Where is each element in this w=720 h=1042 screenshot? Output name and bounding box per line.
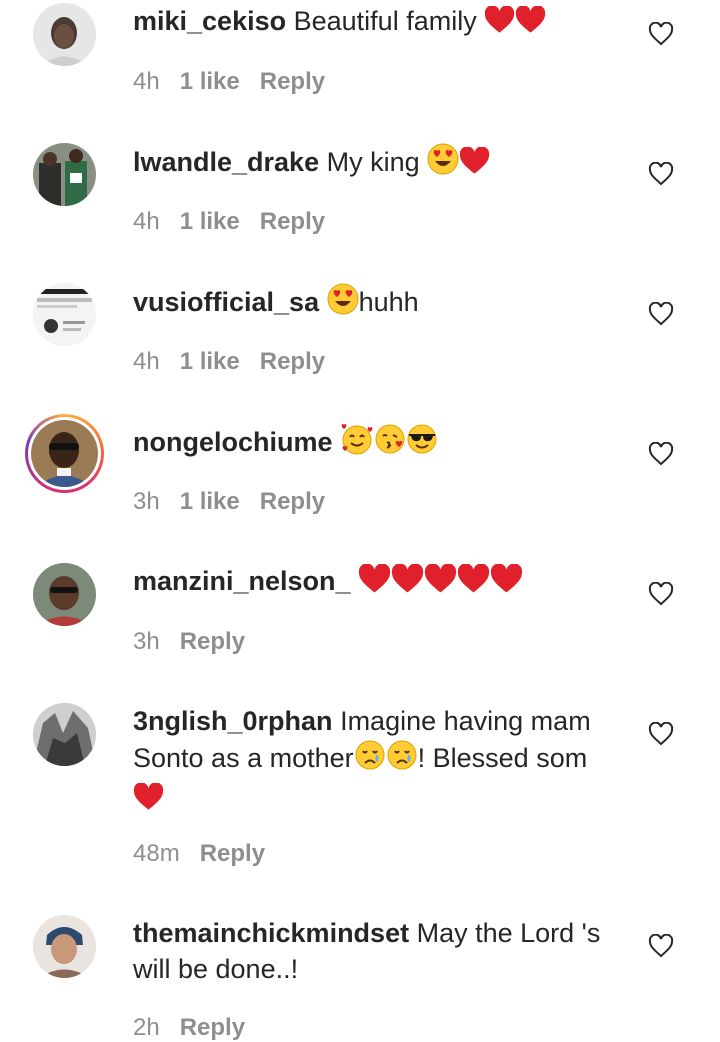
comment-username[interactable]: miki_cekiso [133, 6, 286, 36]
sunglasses-face-emoji [406, 423, 438, 464]
red-heart-emoji [457, 563, 490, 603]
comment-meta: 48m Reply [133, 840, 285, 868]
like-count[interactable]: 1 like [180, 488, 240, 515]
comment-username[interactable]: themainchickmindset [133, 918, 409, 948]
comment-time: 3h [133, 488, 160, 515]
red-heart-emoji [484, 5, 515, 43]
comment-text: miki_cekiso Beautiful family [133, 3, 623, 43]
red-heart-emoji [424, 563, 457, 603]
heart-eyes-emoji [327, 283, 359, 324]
like-count[interactable]: 1 like [180, 208, 240, 235]
comment-time: 4h [133, 208, 160, 235]
heart-eyes-emoji [427, 143, 459, 184]
comment-meta: 4h 1 like Reply [133, 68, 345, 96]
comment-meta: 4h 1 like Reply [133, 208, 345, 236]
red-heart-emoji [459, 146, 490, 184]
avatar[interactable] [33, 915, 96, 978]
comment-text: vusiofficial_sa huhh [133, 283, 623, 324]
heart-outline-icon[interactable] [648, 301, 674, 326]
avatar[interactable] [33, 3, 96, 66]
comment-meta: 4h 1 like Reply [133, 348, 345, 376]
red-heart-emoji [391, 563, 424, 603]
face-blowing-kiss-emoji [374, 423, 406, 464]
red-heart-emoji [133, 782, 164, 820]
comment-username[interactable]: lwandle_drake [133, 147, 319, 177]
comment-text: 3nglish_0rphan Imagine having mam Sonto … [133, 703, 623, 820]
red-heart-emoji [515, 5, 546, 43]
comment-time: 2h [133, 1014, 160, 1041]
heart-outline-icon[interactable] [648, 21, 674, 46]
heart-outline-icon[interactable] [648, 161, 674, 186]
crying-face-emoji [354, 739, 386, 780]
reply-button[interactable]: Reply [200, 840, 265, 867]
smiling-face-with-hearts-emoji [340, 423, 374, 464]
comment-time: 4h [133, 348, 160, 375]
comment-body: Beautiful family [293, 6, 477, 36]
heart-outline-icon[interactable] [648, 933, 674, 958]
comment-body: huhh [358, 287, 419, 317]
comment-body: My king [326, 147, 420, 177]
avatar[interactable] [25, 414, 104, 493]
comment-text: themainchickmindset May the Lord 's will… [133, 915, 623, 987]
heart-outline-icon[interactable] [648, 721, 674, 746]
comment-body-end: ! Blessed som [417, 743, 588, 773]
reply-button[interactable]: Reply [260, 68, 325, 95]
comment-text: lwandle_drake My king [133, 143, 623, 184]
heart-outline-icon[interactable] [648, 581, 674, 606]
comment-meta: 2h Reply [133, 1014, 265, 1042]
crying-face-emoji [386, 739, 418, 780]
comment-username[interactable]: vusiofficial_sa [133, 287, 319, 317]
avatar[interactable] [33, 563, 96, 626]
red-heart-emoji [490, 563, 523, 603]
comment-text: nongelochiume [133, 423, 623, 464]
avatar[interactable] [33, 283, 96, 346]
reply-button[interactable]: Reply [180, 628, 245, 655]
comment-username[interactable]: manzini_nelson_ [133, 566, 351, 596]
comment-meta: 3h Reply [133, 628, 265, 656]
reply-button[interactable]: Reply [260, 488, 325, 515]
avatar[interactable] [33, 143, 96, 206]
comment-meta: 3h 1 like Reply [133, 488, 345, 516]
comment-time: 48m [133, 840, 180, 867]
comment-text: manzini_nelson_ [133, 563, 623, 603]
comment-time: 4h [133, 68, 160, 95]
reply-button[interactable]: Reply [180, 1014, 245, 1041]
like-count[interactable]: 1 like [180, 348, 240, 375]
reply-button[interactable]: Reply [260, 348, 325, 375]
red-heart-emoji [358, 563, 391, 603]
like-count[interactable]: 1 like [180, 68, 240, 95]
comment-username[interactable]: 3nglish_0rphan [133, 706, 333, 736]
story-ring [28, 417, 101, 490]
comment-time: 3h [133, 628, 160, 655]
avatar-photo [31, 420, 98, 487]
reply-button[interactable]: Reply [260, 208, 325, 235]
heart-outline-icon[interactable] [648, 441, 674, 466]
comment-username[interactable]: nongelochiume [133, 427, 333, 457]
avatar[interactable] [33, 703, 96, 766]
